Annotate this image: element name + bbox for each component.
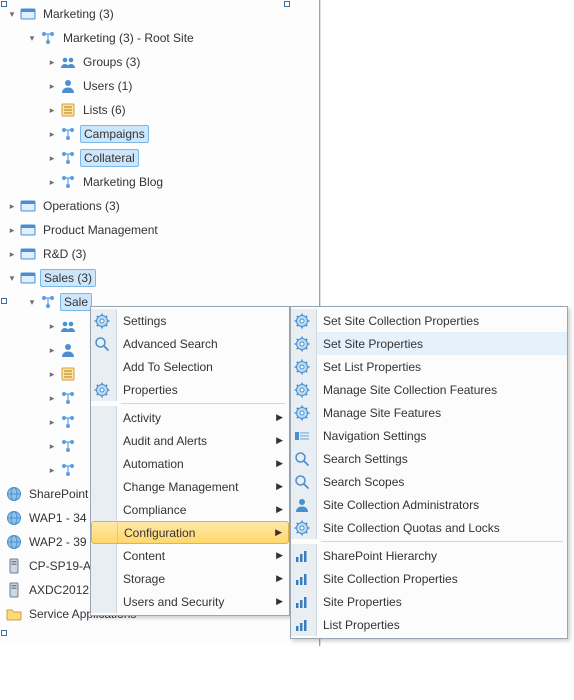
- tree-label: Collateral: [80, 149, 139, 167]
- expander-icon[interactable]: ▸: [6, 224, 18, 236]
- tree-node-collateral[interactable]: ▸ Collateral: [0, 146, 319, 170]
- menu-item-search-scopes[interactable]: Search Scopes: [291, 470, 567, 493]
- expander-icon[interactable]: ▸: [46, 176, 58, 188]
- tree-label: Users (1): [80, 78, 135, 94]
- menu-item-site-coll-props[interactable]: Site Collection Properties: [291, 567, 567, 590]
- expander-icon[interactable]: ▾: [26, 32, 38, 44]
- selection-handle: [1, 630, 7, 636]
- menu-item-list-props[interactable]: List Properties: [291, 613, 567, 636]
- menu-item-configuration[interactable]: Configuration ▶: [91, 521, 289, 544]
- gear-icon: [94, 382, 110, 398]
- tree-label: Marketing Blog: [80, 174, 166, 190]
- tree-label: AXDC2012: [26, 582, 92, 598]
- menu-item-settings[interactable]: Settings: [91, 309, 289, 332]
- menu-item-manage-site-coll-features[interactable]: Manage Site Collection Features: [291, 378, 567, 401]
- expander-icon[interactable]: ▸: [46, 56, 58, 68]
- bars-icon: [294, 617, 310, 633]
- folder-icon: [6, 606, 22, 622]
- menu-item-properties[interactable]: Properties: [91, 378, 289, 401]
- submenu-arrow-icon: ▶: [276, 435, 283, 446]
- menu-item-audit-alerts[interactable]: Audit and Alerts ▶: [91, 429, 289, 452]
- menu-item-navigation-settings[interactable]: Navigation Settings: [291, 424, 567, 447]
- tree-node-operations[interactable]: ▸ Operations (3): [0, 194, 319, 218]
- menu-item-set-list-props[interactable]: Set List Properties: [291, 355, 567, 378]
- submenu-arrow-icon: ▶: [276, 481, 283, 492]
- expander-icon[interactable]: ▸: [6, 200, 18, 212]
- expander-icon[interactable]: ▸: [46, 392, 58, 404]
- selection-handle: [1, 298, 7, 304]
- subsite-icon: [40, 30, 56, 46]
- submenu-arrow-icon: ▶: [276, 504, 283, 515]
- subsite-icon: [60, 462, 76, 478]
- tree-node-campaigns[interactable]: ▸ Campaigns: [0, 122, 319, 146]
- menu-item-add-to-selection[interactable]: Add To Selection: [91, 355, 289, 378]
- tree-node-marketing-blog[interactable]: ▸ Marketing Blog: [0, 170, 319, 194]
- menu-item-automation[interactable]: Automation ▶: [91, 452, 289, 475]
- context-menu-configuration: Set Site Collection Properties Set Site …: [290, 306, 568, 639]
- subsite-icon: [40, 294, 56, 310]
- menu-item-storage[interactable]: Storage ▶: [91, 567, 289, 590]
- site-icon: [20, 6, 36, 22]
- expander-icon[interactable]: ▸: [46, 152, 58, 164]
- expander-icon[interactable]: ▸: [46, 320, 58, 332]
- expander-icon[interactable]: ▾: [6, 272, 18, 284]
- submenu-arrow-icon: ▶: [276, 458, 283, 469]
- menu-item-set-site-props[interactable]: Set Site Properties: [291, 332, 567, 355]
- tree-label: Campaigns: [80, 125, 149, 143]
- menu-item-search-settings[interactable]: Search Settings: [291, 447, 567, 470]
- selection-handle: [1, 1, 7, 7]
- expander-icon[interactable]: ▸: [46, 416, 58, 428]
- menu-item-activity[interactable]: Activity ▶: [91, 406, 289, 429]
- subsite-icon: [60, 174, 76, 190]
- expander-icon[interactable]: ▸: [46, 344, 58, 356]
- expander-icon[interactable]: ▸: [46, 440, 58, 452]
- menu-item-sp-hierarchy[interactable]: SharePoint Hierarchy: [291, 544, 567, 567]
- menu-item-site-coll-quotas[interactable]: Site Collection Quotas and Locks: [291, 516, 567, 539]
- tree-label: Lists (6): [80, 102, 129, 118]
- expander-icon[interactable]: ▸: [46, 128, 58, 140]
- menu-item-advanced-search[interactable]: Advanced Search: [91, 332, 289, 355]
- tree-label: WAP1 - 34: [26, 510, 90, 526]
- menu-item-content[interactable]: Content ▶: [91, 544, 289, 567]
- submenu-arrow-icon: ▶: [276, 596, 283, 607]
- expander-icon[interactable]: ▸: [6, 248, 18, 260]
- expander-icon[interactable]: ▾: [6, 8, 18, 20]
- menu-separator: [321, 541, 563, 542]
- menu-item-set-site-coll-props[interactable]: Set Site Collection Properties: [291, 309, 567, 332]
- menu-item-compliance[interactable]: Compliance ▶: [91, 498, 289, 521]
- site-icon: [20, 270, 36, 286]
- tree-label: Product Management: [40, 222, 161, 238]
- tree-label: Groups (3): [80, 54, 143, 70]
- menu-separator: [121, 403, 285, 404]
- menu-item-change-mgmt[interactable]: Change Management ▶: [91, 475, 289, 498]
- expander-icon[interactable]: ▸: [46, 104, 58, 116]
- tree-label: SharePoint: [26, 486, 91, 502]
- selection-handle: [284, 1, 290, 7]
- submenu-arrow-icon: ▶: [275, 527, 282, 538]
- tree-label: WAP2 - 39: [26, 534, 90, 550]
- submenu-arrow-icon: ▶: [276, 573, 283, 584]
- menu-item-manage-site-features[interactable]: Manage Site Features: [291, 401, 567, 424]
- submenu-arrow-icon: ▶: [276, 412, 283, 423]
- tree-label: CP-SP19-A: [26, 558, 94, 574]
- expander-icon[interactable]: ▸: [46, 368, 58, 380]
- menu-item-users-security[interactable]: Users and Security ▶: [91, 590, 289, 613]
- expander-icon[interactable]: ▸: [46, 80, 58, 92]
- tree-label: Marketing (3) - Root Site: [60, 30, 197, 46]
- context-menu-primary: Settings Advanced Search Add To Selectio…: [90, 306, 290, 616]
- tree-node-marketing-root[interactable]: ▾ Marketing (3) - Root Site: [0, 26, 319, 50]
- menu-item-site-coll-admins[interactable]: Site Collection Administrators: [291, 493, 567, 516]
- submenu-arrow-icon: ▶: [276, 550, 283, 561]
- menu-item-site-props[interactable]: Site Properties: [291, 590, 567, 613]
- expander-icon[interactable]: ▸: [46, 464, 58, 476]
- tree-label: Operations (3): [40, 198, 123, 214]
- expander-icon[interactable]: ▾: [26, 296, 38, 308]
